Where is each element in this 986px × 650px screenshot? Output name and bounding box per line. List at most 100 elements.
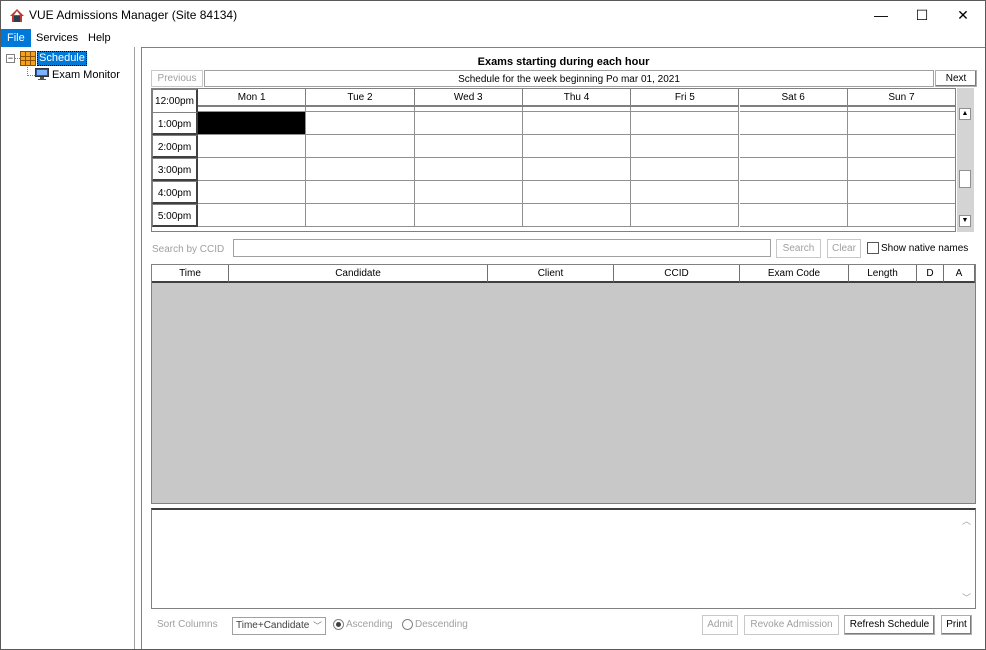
hour-label: 5:00pm [152,204,198,227]
schedule-grid: Mon 1 Tue 2 Wed 3 Thu 4 Fri 5 Sat 6 Sun 7 12:00… [151,88,956,232]
revoke-admission-button[interactable]: Revoke Admission [744,615,839,635]
native-names-label: Show native names [881,243,969,254]
schedule-cell[interactable] [847,181,955,204]
hour-label: 3:00pm [152,158,198,181]
app-logo-icon [9,8,25,23]
minimize-button[interactable]: — [859,1,903,29]
scroll-down-icon[interactable]: ▼ [959,215,971,227]
title-bar: VUE Admissions Manager (Site 84134) — ☐ … [1,1,985,29]
column-header-client[interactable]: Client [488,265,614,283]
day-header: Sat 6 [739,89,848,107]
maximize-icon: ☐ [915,6,929,23]
menu-services[interactable]: Services [30,29,84,47]
schedule-cell[interactable] [414,204,523,227]
column-header-exam-code[interactable]: Exam Code [740,265,849,283]
refresh-schedule-button[interactable]: Refresh Schedule [844,615,935,635]
maximize-button[interactable]: ☐ [900,1,944,29]
schedule-cell[interactable] [847,112,955,135]
column-header-a[interactable]: A [944,265,975,283]
schedule-cell[interactable] [631,158,740,181]
schedule-cell[interactable] [198,135,307,158]
chevron-down-icon: ﹀ [312,621,322,631]
schedule-cell[interactable] [306,181,415,204]
tree-connector [27,75,35,76]
schedule-cell[interactable] [198,181,307,204]
schedule-cell[interactable] [739,135,848,158]
schedule-cell[interactable] [739,112,848,135]
app-window: VUE Admissions Manager (Site 84134) — ☐ … [0,0,986,650]
search-label: Search by CCID [152,244,225,255]
monitor-icon [35,68,49,80]
menu-help[interactable]: Help [82,29,117,47]
menu-bar: File Services Help [1,29,985,47]
day-header: Mon 1 [198,89,307,107]
schedule-cell[interactable] [198,112,307,135]
schedule-cell[interactable] [739,181,848,204]
schedule-cell[interactable] [847,204,955,227]
print-button[interactable]: Print [941,615,972,635]
schedule-cell[interactable] [522,158,632,181]
schedule-cell[interactable] [414,181,523,204]
schedule-cell[interactable] [414,112,523,135]
hour-label: 12:00pm [152,89,198,114]
scroll-up-icon[interactable]: ︿ [962,514,971,527]
column-header-length[interactable]: Length [849,265,917,283]
tree-item-exam-monitor[interactable]: Exam Monitor [52,69,120,81]
schedule-cell[interactable] [847,158,955,181]
schedule-cell[interactable] [739,158,848,181]
ccid-search-input[interactable] [233,239,771,257]
schedule-cell[interactable] [631,112,740,135]
ascending-radio[interactable] [333,619,344,630]
scroll-down-icon[interactable]: ﹀ [962,591,971,604]
descending-radio[interactable] [402,619,413,630]
day-header: Thu 4 [522,89,632,107]
schedule-cell[interactable] [306,112,415,135]
window-title: VUE Admissions Manager (Site 84134) [29,8,238,22]
schedule-title: Exams starting during each hour [477,56,650,68]
admissions-table: Time Candidate Client CCID Exam Code Len… [151,264,976,504]
previous-button[interactable]: Previous [151,70,203,87]
next-button[interactable]: Next [935,70,977,87]
minimize-icon: — [874,7,888,23]
column-header-ccid[interactable]: CCID [614,265,740,283]
sort-columns-select[interactable]: Time+Candidate ﹀ [232,617,326,635]
scroll-thumb[interactable] [959,170,971,188]
admit-button[interactable]: Admit [702,615,738,635]
details-text-area[interactable]: ︿ ﹀ [151,508,976,609]
hour-label: 4:00pm [152,181,198,204]
schedule-cell[interactable] [739,204,848,227]
schedule-cell[interactable] [414,135,523,158]
schedule-cell[interactable] [847,135,955,158]
schedule-cell[interactable] [198,204,307,227]
schedule-cell[interactable] [522,181,632,204]
native-names-checkbox[interactable] [867,242,879,254]
day-header: Wed 3 [414,89,523,107]
column-header-time[interactable]: Time [152,265,229,283]
search-button[interactable]: Search [776,239,821,258]
navigation-tree: − Schedule Exam Monitor [2,47,135,649]
column-header-d[interactable]: D [917,265,944,283]
schedule-cell[interactable] [414,158,523,181]
ascending-label: Ascending [346,619,393,630]
schedule-cell[interactable] [198,158,307,181]
scroll-up-icon[interactable]: ▲ [959,108,971,120]
schedule-cell[interactable] [306,135,415,158]
menu-file[interactable]: File [1,29,31,47]
week-label: Schedule for the week beginning Po mar 0… [204,70,934,87]
schedule-cell[interactable] [522,135,632,158]
schedule-cell[interactable] [631,181,740,204]
schedule-cell[interactable] [522,112,632,135]
grid-scrollbar[interactable]: ▲ ▼ [957,88,974,232]
schedule-cell[interactable] [522,204,632,227]
schedule-grid-icon [20,51,36,66]
close-button[interactable]: ✕ [941,1,985,29]
tree-item-schedule[interactable]: Schedule [37,51,87,66]
schedule-cell[interactable] [306,204,415,227]
hour-label: 1:00pm [152,112,198,135]
schedule-cell[interactable] [631,204,740,227]
schedule-cell[interactable] [306,158,415,181]
column-header-candidate[interactable]: Candidate [229,265,488,283]
schedule-cell[interactable] [631,135,740,158]
day-header: Tue 2 [306,89,415,107]
clear-button[interactable]: Clear [827,239,861,258]
